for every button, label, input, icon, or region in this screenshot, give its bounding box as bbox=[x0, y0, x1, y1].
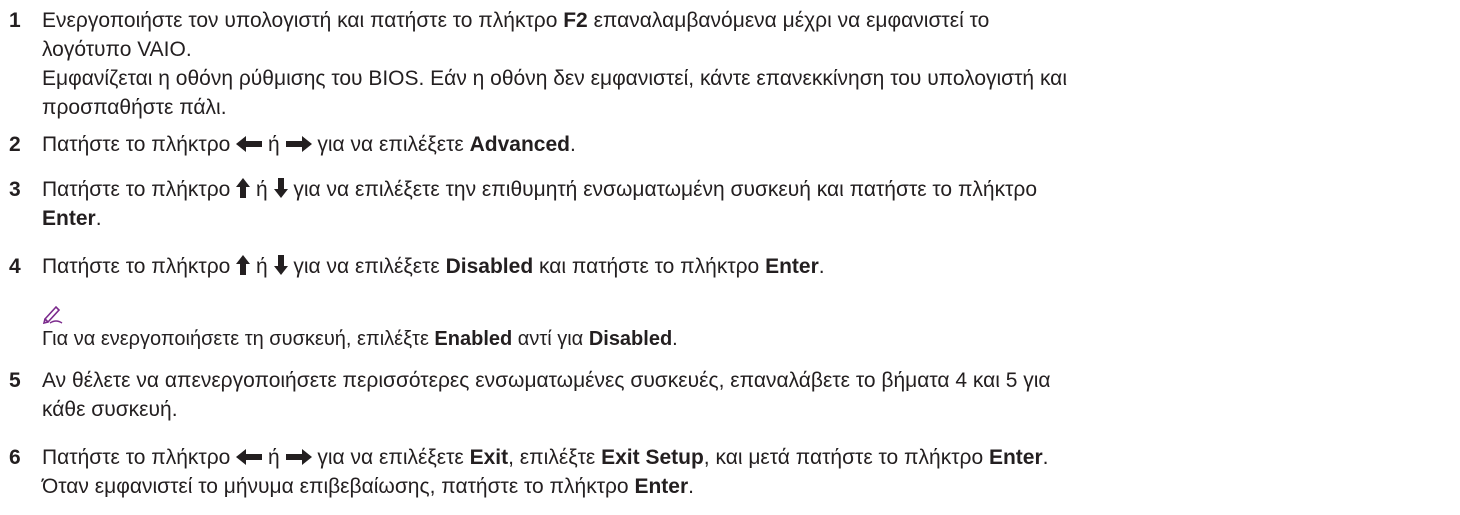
step-line: Πατήστε το πλήκτρο ή για να επιλέξετε τη… bbox=[42, 175, 1447, 204]
text-run: Πατήστε το πλήκτρο bbox=[42, 133, 237, 156]
key-name: Enter bbox=[42, 207, 96, 230]
option-name: Disabled bbox=[588, 328, 673, 350]
down-arrow-icon bbox=[273, 178, 288, 198]
step-number: 2 bbox=[9, 133, 21, 156]
pen-note-icon bbox=[42, 305, 63, 324]
text-run: . bbox=[688, 475, 694, 498]
text-run: Πατήστε το πλήκτρο bbox=[42, 255, 237, 278]
step-text: Πατήστε το πλήκτρο ή για να επιλέξετε Di… bbox=[42, 252, 1447, 281]
text-run: και πατήστε το πλήκτρο bbox=[533, 255, 766, 278]
note: Για να ενεργοποιήσετε τη συσκευή, επιλέξ… bbox=[42, 304, 1447, 352]
step-line: Ενεργοποιήστε τον υπολογιστή και πατήστε… bbox=[42, 6, 1447, 35]
step-text: Πατήστε το πλήκτρο ή για να επιλέξετε τη… bbox=[42, 175, 1447, 233]
option-name: Disabled bbox=[445, 255, 534, 278]
text-run: ή bbox=[262, 446, 286, 469]
text-run: αντί για bbox=[512, 328, 589, 350]
step-text: Ενεργοποιήστε τον υπολογιστή και πατήστε… bbox=[42, 6, 1447, 122]
down-arrow-icon bbox=[273, 255, 288, 275]
text-run: για να επιλέξετε την επιθυμητή ενσωματωμ… bbox=[287, 178, 1038, 201]
step-text: Αν θέλετε να απενεργοποιήσετε περισσότερ… bbox=[42, 366, 1447, 424]
text-run: Πατήστε το πλήκτρο bbox=[42, 178, 237, 201]
text-run: . bbox=[818, 255, 825, 278]
step-number: 1 bbox=[9, 9, 21, 32]
step-number: 3 bbox=[9, 178, 21, 201]
note-text: Για να ενεργοποιήσετε τη συσκευή, επιλέξ… bbox=[42, 326, 1447, 352]
step-line: Πατήστε το πλήκτρο ή για να επιλέξετε Ad… bbox=[42, 130, 1447, 159]
step-number: 5 bbox=[9, 369, 21, 392]
text-run: , επιλέξτε bbox=[508, 446, 602, 469]
text-run: Ενεργοποιήστε τον υπολογιστή και πατήστε… bbox=[42, 9, 564, 32]
step-line: Αν θέλετε να απενεργοποιήσετε περισσότερ… bbox=[42, 369, 1051, 392]
text-run: ή bbox=[250, 178, 274, 201]
step-line: προσπαθήστε πάλι. bbox=[42, 96, 227, 119]
text-run: . bbox=[95, 207, 102, 230]
right-arrow-icon bbox=[285, 136, 312, 152]
text-run: . bbox=[672, 328, 678, 350]
menu-name: Exit bbox=[469, 446, 509, 469]
option-name: Enabled bbox=[434, 328, 513, 350]
text-run: για να επιλέξετε bbox=[287, 255, 446, 278]
up-arrow-icon bbox=[236, 178, 251, 198]
text-run: για να επιλέξετε bbox=[311, 446, 470, 469]
text-run: επαναλαμβανόμενα μέχρι να εμφανιστεί το bbox=[587, 9, 990, 32]
text-run: για να επιλέξετε bbox=[311, 133, 470, 156]
left-arrow-icon bbox=[236, 136, 263, 152]
text-run: , και μετά πατήστε το πλήκτρο bbox=[703, 446, 989, 469]
step-line: Πατήστε το πλήκτρο ή για να επιλέξετε Di… bbox=[42, 252, 1447, 281]
key-name: Enter bbox=[634, 475, 689, 498]
option-name: Exit Setup bbox=[601, 446, 704, 469]
text-run: . bbox=[1042, 446, 1049, 469]
text-run: ή bbox=[250, 255, 274, 278]
step-number: 6 bbox=[9, 446, 21, 469]
text-run: Για να ενεργοποιήσετε τη συσκευή, επιλέξ… bbox=[42, 328, 435, 350]
text-run: Πατήστε το πλήκτρο bbox=[42, 446, 237, 469]
key-name: F2 bbox=[563, 9, 588, 32]
step-line: κάθε συσκευή. bbox=[42, 398, 178, 421]
text-run: ή bbox=[262, 133, 286, 156]
step-line: λογότυπο VAIO. bbox=[42, 38, 192, 61]
key-name: Enter bbox=[765, 255, 819, 278]
text-run: Όταν εμφανιστεί το μήνυμα επιβεβαίωσης, … bbox=[42, 475, 635, 498]
left-arrow-icon bbox=[236, 449, 263, 465]
step-line: Όταν εμφανιστεί το μήνυμα επιβεβαίωσης, … bbox=[42, 472, 1447, 501]
key-name: Enter bbox=[988, 446, 1043, 469]
up-arrow-icon bbox=[236, 255, 251, 275]
step-number: 4 bbox=[9, 255, 21, 278]
step-line: Πατήστε το πλήκτρο ή για να επιλέξετε Ex… bbox=[42, 443, 1447, 472]
step-text: Πατήστε το πλήκτρο ή για να επιλέξετε Ad… bbox=[42, 130, 1447, 159]
text-run: . bbox=[570, 133, 576, 156]
step-line: Enter. bbox=[42, 204, 1447, 233]
menu-name: Advanced bbox=[469, 133, 570, 156]
right-arrow-icon bbox=[285, 449, 312, 465]
step-text: Πατήστε το πλήκτρο ή για να επιλέξετε Ex… bbox=[42, 443, 1447, 501]
step-line: Εμφανίζεται η οθόνη ρύθμισης του BIOS. Ε… bbox=[42, 67, 1067, 90]
